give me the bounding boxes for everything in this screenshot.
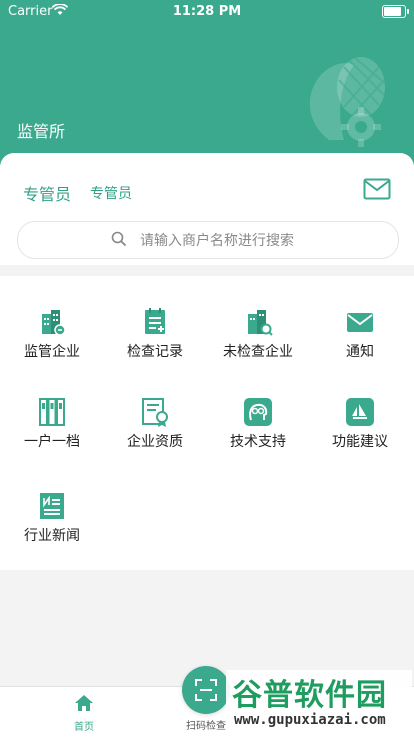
- menu-label: 企业资质: [127, 434, 183, 450]
- user-name: 专管员: [90, 186, 132, 202]
- menu-label: 技术支持: [230, 434, 286, 450]
- menu-label: 功能建议: [332, 434, 388, 450]
- binders-icon: [39, 398, 65, 426]
- menu-item-notice[interactable]: 通知: [308, 306, 412, 386]
- scan-icon: [195, 679, 217, 701]
- menu-label: 未检查企业: [223, 344, 293, 360]
- home-icon: [75, 695, 93, 711]
- menu-label: 通知: [346, 344, 374, 360]
- watermark-url: www.gupuxiazai.com: [234, 712, 386, 728]
- tab-home-label: 首页: [74, 722, 94, 733]
- support-head-icon: [244, 398, 272, 426]
- menu-label: 行业新闻: [24, 528, 80, 544]
- menu-label: 一户一档: [24, 434, 80, 450]
- menu-item-uninspected-enterprises[interactable]: 未检查企业: [206, 306, 310, 386]
- menu-item-inspection-records[interactable]: 检查记录: [103, 306, 207, 386]
- building-link-icon: [42, 310, 66, 336]
- battery-icon: [382, 5, 409, 18]
- status-time: 11:28 PM: [172, 4, 242, 19]
- building-search-icon: [248, 310, 273, 336]
- envelope-icon: [347, 313, 373, 332]
- search-placeholder: 请输入商户名称进行搜索: [140, 233, 294, 249]
- clipboard-add-icon: [145, 308, 165, 334]
- menu-label: 检查记录: [127, 344, 183, 360]
- user-role: 专管员: [23, 185, 72, 204]
- menu-item-industry-news[interactable]: 行业新闻: [0, 490, 104, 570]
- suggestion-icon: [346, 398, 374, 426]
- scan-button[interactable]: [182, 666, 230, 714]
- watermark-brand: 谷普软件园: [232, 678, 387, 713]
- page-title: 监管所: [17, 122, 66, 141]
- menu-item-supervised-enterprises[interactable]: 监管企业: [0, 306, 104, 386]
- tab-home[interactable]: 首页: [57, 694, 111, 734]
- menu-label: 监管企业: [24, 344, 80, 360]
- tab-scan-label: 扫码检查: [186, 721, 226, 732]
- news-icon: [40, 493, 64, 519]
- menu-item-feature-suggestion[interactable]: 功能建议: [308, 396, 412, 476]
- certificate-icon: [142, 398, 168, 427]
- menu-item-technical-support[interactable]: 技术支持: [206, 396, 310, 476]
- header: Carrier 11:28 PM 监管所: [0, 0, 414, 175]
- message-icon[interactable]: [363, 178, 391, 200]
- search-input[interactable]: 请输入商户名称进行搜索: [17, 221, 399, 259]
- search-icon: [111, 231, 127, 247]
- header-decoration-icon: [309, 56, 388, 147]
- menu-grid: 监管企业 检查记录 未检查企业 通知 一户一档 企业资质 技术支持 功能建议 行…: [0, 276, 414, 570]
- menu-item-one-household-one-file[interactable]: 一户一档: [0, 396, 104, 476]
- status-bar: Carrier 11:28 PM: [0, 0, 414, 22]
- menu-item-enterprise-qualification[interactable]: 企业资质: [103, 396, 207, 476]
- watermark: 谷普软件园 www.gupuxiazai.com: [226, 670, 412, 734]
